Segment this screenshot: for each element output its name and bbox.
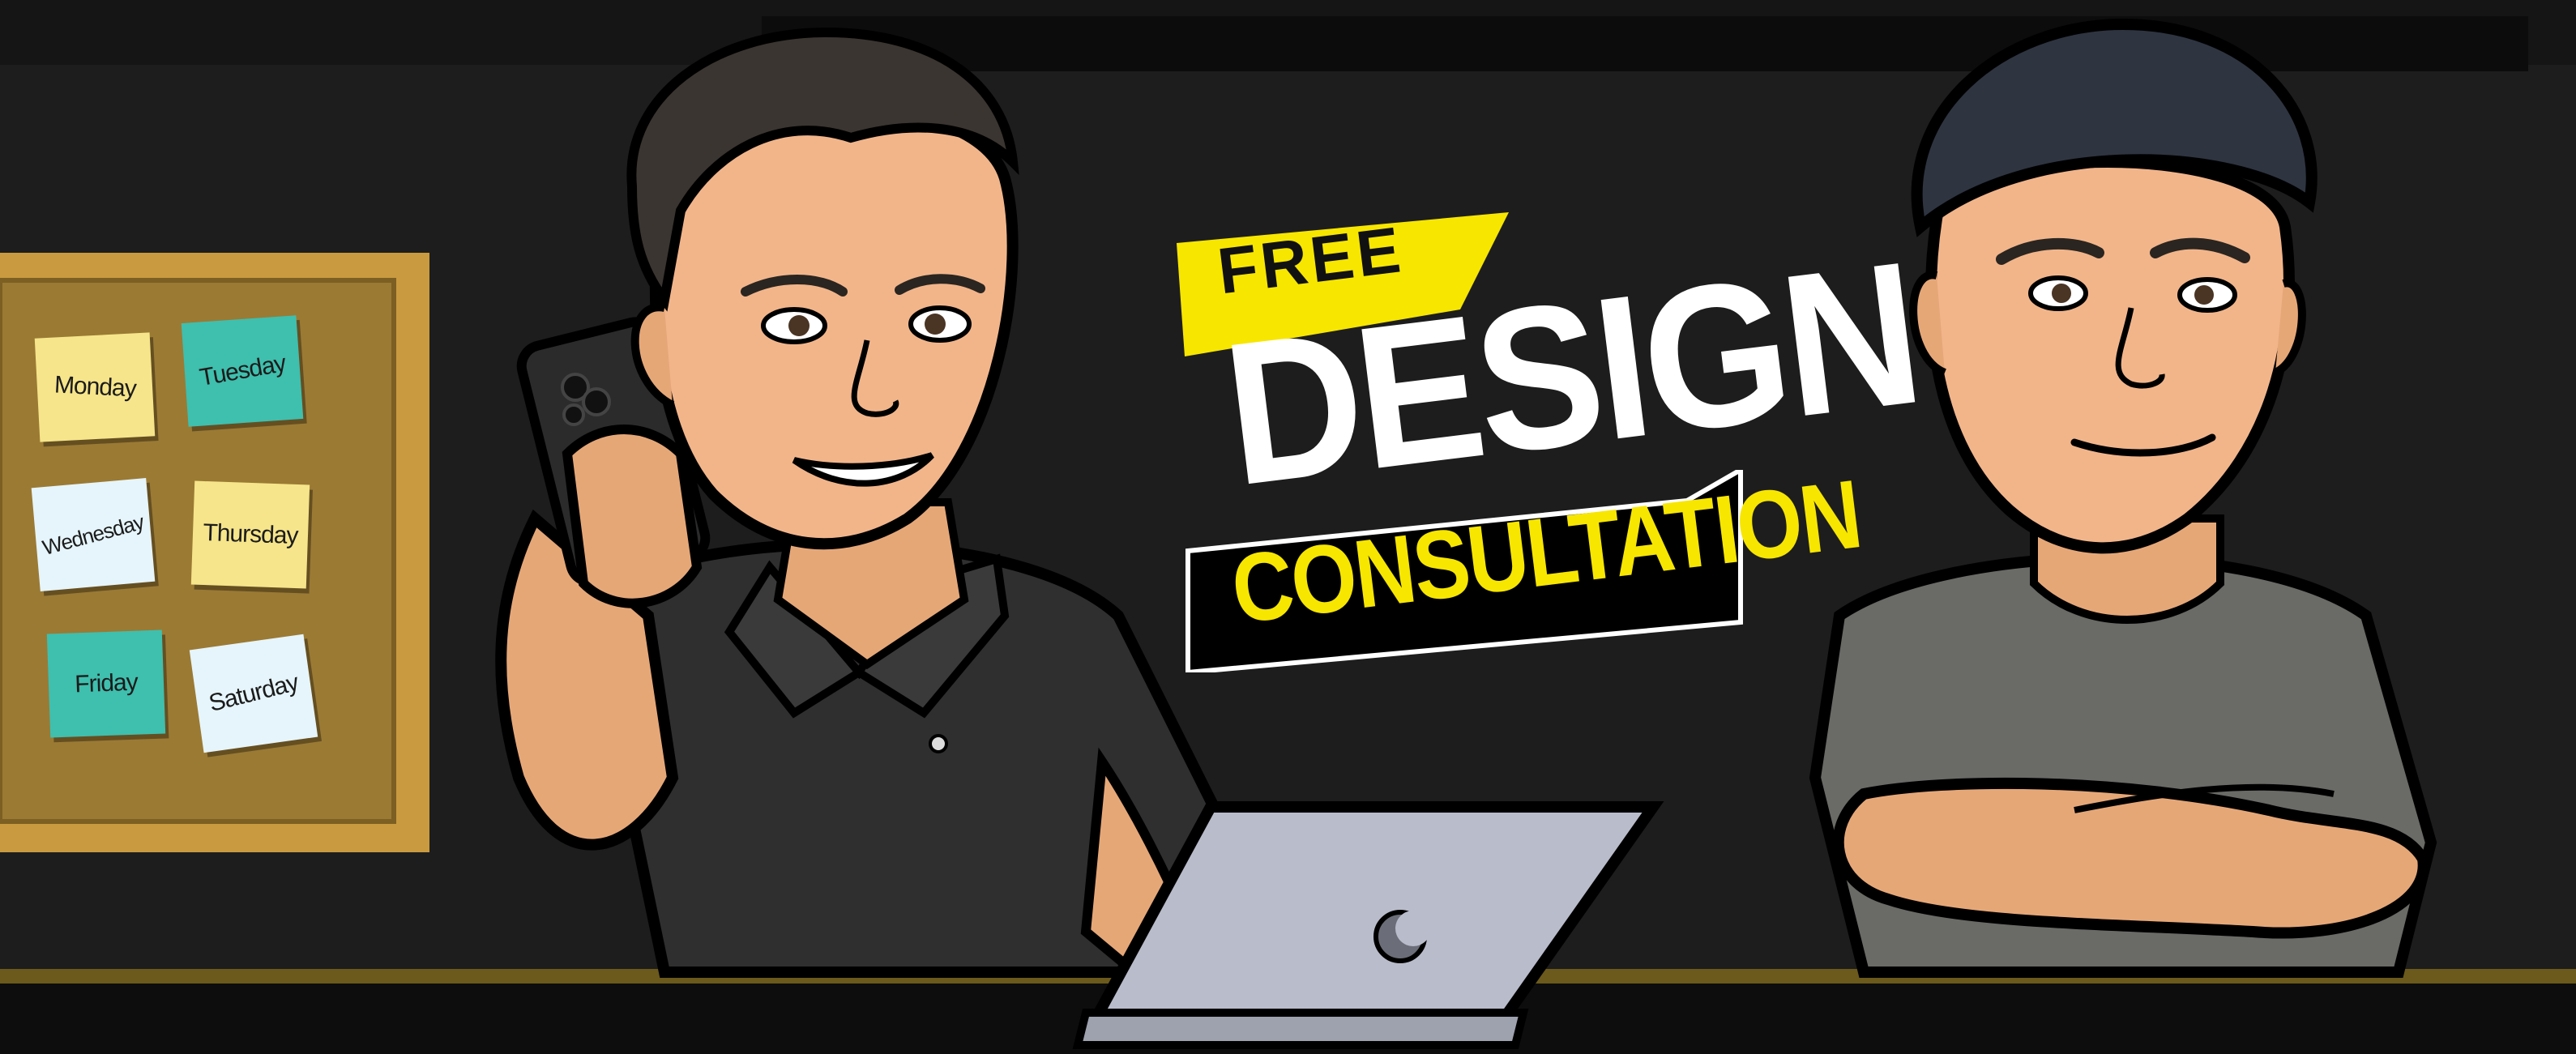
sticky-note-label: Wednesday — [40, 509, 147, 560]
sticky-note-label: Tuesday — [197, 349, 288, 392]
sticky-note-saturday: Saturday — [189, 634, 318, 753]
sticky-note-label: Friday — [74, 668, 139, 698]
left-man-illustration — [495, 27, 1222, 979]
sticky-note-label: Thursday — [202, 518, 299, 550]
ceiling-shadow — [762, 16, 2528, 71]
sticky-note-tuesday: Tuesday — [181, 315, 304, 427]
sticky-note-friday: Friday — [46, 629, 166, 738]
sticky-note-thursday: Thursday — [190, 480, 310, 589]
right-man-illustration — [1809, 18, 2437, 978]
sticky-note-monday: Monday — [34, 332, 156, 442]
sticky-note-label: Saturday — [206, 668, 301, 718]
sticky-note-wednesday: Wednesday — [31, 478, 156, 591]
banner: Monday Tuesday Wednesday Thursday Friday… — [0, 0, 2576, 1054]
sticky-note-label: Monday — [53, 371, 137, 403]
